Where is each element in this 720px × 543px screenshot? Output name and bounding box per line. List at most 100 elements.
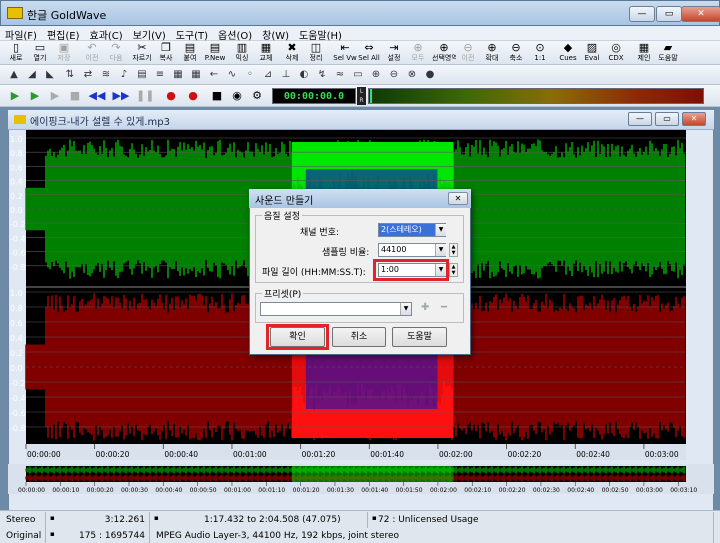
reverse-icon[interactable]: ← xyxy=(206,68,222,82)
channels-dropdown-arrow-icon[interactable]: ▼ xyxy=(435,224,446,236)
mono-icon[interactable]: ⇅ xyxy=(62,68,78,82)
pause-icon[interactable]: ❚❚ xyxy=(136,88,154,104)
toolbar-button-eval[interactable]: ▨ Eval xyxy=(580,42,604,64)
document-maximize-button[interactable]: ▭ xyxy=(655,112,679,126)
help-button[interactable]: 도움말 xyxy=(392,327,447,347)
toolbar-button-cd-extract[interactable]: ◎ CDX xyxy=(604,42,628,64)
menu-item-0[interactable]: 파일(F) xyxy=(0,26,42,42)
time-tick-label: 00:01:20 xyxy=(302,450,336,459)
toolbar-button-new[interactable]: ▯ 새로 xyxy=(4,42,28,64)
dialog-close-button[interactable]: ✕ xyxy=(448,192,468,205)
close-button[interactable]: ✕ xyxy=(681,6,720,22)
silence-icon[interactable]: ▭ xyxy=(350,68,366,82)
toolbar-button-zoom-actual[interactable]: ⊙ 1:1 xyxy=(528,42,552,64)
compressor-icon[interactable]: ⊖ xyxy=(386,68,402,82)
dynamics-icon[interactable]: ⊿ xyxy=(260,68,276,82)
toolbar-button-selection[interactable]: ⊕ 선택영역 xyxy=(432,42,456,64)
zoom-out-icon: ⊖ xyxy=(511,41,521,54)
time-warp-icon[interactable]: ⊕ xyxy=(368,68,384,82)
equalizer-icon[interactable]: ▤ xyxy=(134,68,150,82)
offset-icon[interactable]: ⊥ xyxy=(278,68,294,82)
menu-item-3[interactable]: 보기(V) xyxy=(128,26,171,42)
status-length: 3:12.261 xyxy=(52,512,150,528)
overview-tick-label: 00:01:50 xyxy=(396,487,423,494)
preset-add-icon[interactable]: ✚ xyxy=(421,302,429,313)
menu-item-6[interactable]: 창(W) xyxy=(257,26,294,42)
toolbar-button-mix[interactable]: ▥ 믹싱 xyxy=(230,42,254,64)
time-tick-label: 00:02:00 xyxy=(439,450,473,459)
toolbar-button-help-book[interactable]: ▰ 도움말 xyxy=(656,42,680,64)
stereo-icon[interactable]: ⊗ xyxy=(404,68,420,82)
menu-item-4[interactable]: 도구(T) xyxy=(171,26,213,42)
minimize-button[interactable]: — xyxy=(629,6,655,22)
toolbar-label: Eval xyxy=(584,54,600,62)
y-tick-label: 0.0 xyxy=(10,206,23,215)
toolbar-button-set[interactable]: ⇥ 설정 xyxy=(382,42,406,64)
length-spin-icon[interactable]: ▲ ▼ xyxy=(449,263,458,277)
rate-dropdown-arrow-icon[interactable]: ▼ xyxy=(435,244,446,256)
toolbar-button-select-view[interactable]: ⇤ Sel Vw xyxy=(332,42,358,64)
toolbar-label: Sel Vw xyxy=(333,54,357,62)
toolbar-button-trim[interactable]: ◫ 정리 xyxy=(304,42,328,64)
resample-icon[interactable]: ◦ xyxy=(242,68,258,82)
spectrum-icon[interactable]: ▦ xyxy=(170,68,186,82)
length-dropdown-arrow-icon[interactable]: ▼ xyxy=(435,264,446,276)
flange-icon[interactable]: ≈ xyxy=(332,68,348,82)
toolbar-button-paste-new[interactable]: ▤ P.New xyxy=(202,42,228,64)
record-icon[interactable]: ● xyxy=(162,88,180,104)
invert-icon[interactable]: ◐ xyxy=(296,68,312,82)
noise-icon[interactable]: ∿ xyxy=(224,68,240,82)
document-minimize-button[interactable]: — xyxy=(628,112,652,126)
menu-item-5[interactable]: 옵션(O) xyxy=(213,26,257,42)
pitch-icon[interactable]: ♪ xyxy=(116,68,132,82)
menu-item-2[interactable]: 효과(C) xyxy=(85,26,128,42)
maximize-button[interactable]: ▭ xyxy=(656,6,682,22)
toolbar-label: 축소 xyxy=(509,54,523,62)
record-mode-icon[interactable]: ◉ xyxy=(228,88,246,104)
toolbar-button-redo[interactable]: ↷ 다음 xyxy=(104,42,128,64)
menu-item-1[interactable]: 편집(E) xyxy=(42,26,85,42)
cancel-button[interactable]: 취소 xyxy=(332,327,386,347)
toolbar-button-open[interactable]: ▭ 열기 xyxy=(28,42,52,64)
channel-swap-icon[interactable]: ⇄ xyxy=(80,68,96,82)
echo-icon[interactable]: ≋ xyxy=(98,68,114,82)
rate-spin-icon[interactable]: ▲ ▼ xyxy=(449,243,458,257)
toolbar-button-control[interactable]: ▦ 제인 xyxy=(632,42,656,64)
menu-item-7[interactable]: 도움말(H) xyxy=(294,26,347,42)
marker-icon[interactable]: ● xyxy=(422,68,438,82)
preset-remove-icon[interactable]: ━ xyxy=(441,302,447,313)
toolbar-button-zoom-out[interactable]: ⊖ 축소 xyxy=(504,42,528,64)
toolbar-button-delete[interactable]: ✖ 삭제 xyxy=(280,42,304,64)
control-properties-icon[interactable]: ⚙ xyxy=(248,88,266,104)
document-close-button[interactable]: ✕ xyxy=(682,112,706,126)
play-selection-icon[interactable]: ▶ xyxy=(26,88,44,104)
y-tick-label: 0.8 xyxy=(10,304,23,313)
fade-in-icon[interactable]: ◢ xyxy=(24,68,40,82)
stop-icon[interactable]: ■ xyxy=(66,88,84,104)
record-stop-icon[interactable]: ■ xyxy=(208,88,226,104)
rewind-icon[interactable]: ◀◀ xyxy=(88,88,106,104)
doppler-icon[interactable]: ↯ xyxy=(314,68,330,82)
fade-out-icon[interactable]: ◣ xyxy=(42,68,58,82)
toolbar-label: 붙여 xyxy=(183,54,197,62)
fast-forward-icon[interactable]: ▶▶ xyxy=(112,88,130,104)
toolbar-button-cut[interactable]: ✂ 자르기 xyxy=(130,42,154,64)
toolbar-button-copy[interactable]: ❐ 복사 xyxy=(154,42,178,64)
toolbar-button-paste[interactable]: ▤ 붙여 xyxy=(178,42,202,64)
toolbar-button-cues[interactable]: ◆ Cues xyxy=(556,42,580,64)
toolbar-button-save[interactable]: ▣ 저장 xyxy=(52,42,76,64)
filter-icon[interactable]: ≡ xyxy=(152,68,168,82)
ok-button[interactable]: 확인 xyxy=(270,327,325,347)
play-icon[interactable]: ▶ xyxy=(6,88,24,104)
toolbar-button-select-all[interactable]: ⇔ Sel All xyxy=(356,42,382,64)
toolbar-button-replace[interactable]: ▦ 교체 xyxy=(254,42,278,64)
toolbar-button-previous[interactable]: ⊖ 이전 xyxy=(456,42,480,64)
volume-icon[interactable]: ▲ xyxy=(6,68,22,82)
toolbar-button-all[interactable]: ⊕ 모두 xyxy=(406,42,430,64)
grid-icon[interactable]: ▦ xyxy=(188,68,204,82)
preset-select[interactable] xyxy=(260,302,412,316)
toolbar-button-undo[interactable]: ↶ 이전 xyxy=(80,42,104,64)
record-selection-icon[interactable]: ● xyxy=(184,88,202,104)
toolbar-button-zoom-in[interactable]: ⊕ 확대 xyxy=(480,42,504,64)
preset-dropdown-arrow-icon[interactable]: ▼ xyxy=(400,303,411,315)
